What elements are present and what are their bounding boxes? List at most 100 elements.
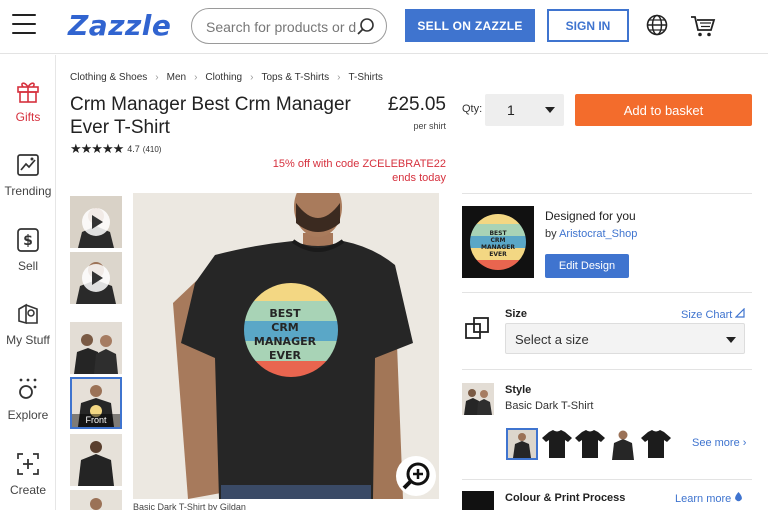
promo-code-line: 15% off with code ZCELEBRATE22 <box>272 158 446 170</box>
nav-item-trending[interactable]: Trending <box>0 152 56 198</box>
breadcrumb-item[interactable]: Clothing <box>205 72 242 83</box>
main-product-image[interactable]: BEST CRM MANAGER EVER <box>133 193 439 499</box>
size-chart-link[interactable]: Size Chart <box>681 307 746 321</box>
chevron-right-icon: › <box>155 72 159 83</box>
thumbnail-front[interactable]: Front <box>70 377 122 429</box>
dollar-icon: $ <box>15 227 41 253</box>
top-header: Zazzle SELL ON ZAZZLE SIGN IN <box>0 0 768 54</box>
search-input[interactable] <box>206 17 356 37</box>
size-label: Size <box>505 308 528 320</box>
colour-preview-image <box>462 491 494 510</box>
nav-item-sell[interactable]: $ Sell <box>0 227 56 273</box>
cart-icon[interactable] <box>690 14 716 43</box>
rating-score: 4.7 <box>127 144 140 154</box>
tshirt-model-photo: BEST CRM MANAGER EVER <box>133 193 439 499</box>
sign-in-button[interactable]: SIGN IN <box>547 9 629 42</box>
thumbnail-label: Front <box>72 414 120 427</box>
zoom-in-icon <box>402 462 430 490</box>
style-swatch[interactable] <box>574 428 606 460</box>
tshirt-icon <box>542 430 572 458</box>
ruler-icon <box>734 307 746 318</box>
trending-icon <box>15 152 41 178</box>
design-text-line: MANAGER <box>481 244 515 251</box>
shirt-text-line: CRM <box>271 321 299 334</box>
style-value: Basic Dark T-Shirt <box>505 400 594 412</box>
divider <box>462 193 752 194</box>
shirt-text-line: MANAGER <box>254 335 317 348</box>
nav-item-gifts[interactable]: Gifts <box>0 78 56 124</box>
design-preview-image[interactable]: BEST CRM MANAGER EVER <box>462 206 534 278</box>
shirt-text-line: EVER <box>269 349 302 362</box>
nav-label: Trending <box>4 184 52 198</box>
design-text-line: BEST <box>489 230 507 237</box>
chevron-right-icon: › <box>250 72 254 83</box>
thumbnail-couple[interactable] <box>70 322 122 374</box>
style-swatch[interactable] <box>607 428 639 460</box>
product-price: £25.05 <box>387 94 446 115</box>
nav-label: Gifts <box>15 110 41 124</box>
menu-icon[interactable] <box>12 14 36 36</box>
size-chart-label: Size Chart <box>681 309 733 321</box>
style-label: Style <box>505 384 532 396</box>
product-title: Crm Manager Best Crm Manager Ever T-Shir… <box>70 94 351 138</box>
star-rating-icon: ★★★★★ <box>70 141 124 156</box>
style-couple-image <box>462 383 494 415</box>
design-text-line: EVER <box>489 251 507 258</box>
nav-item-my-stuff[interactable]: My Stuff <box>0 301 56 347</box>
learn-more-label: Learn more <box>675 493 732 505</box>
breadcrumb-item[interactable]: T-Shirts <box>348 72 382 83</box>
add-to-basket-button[interactable]: Add to basket <box>575 94 752 126</box>
size-icon <box>465 316 491 345</box>
style-preview-image <box>462 383 494 415</box>
couple-thumbnail-image <box>70 322 122 374</box>
divider <box>462 292 752 293</box>
designer-credit: by Aristocrat_Shop <box>545 228 637 240</box>
size-select-value: Select a size <box>515 332 589 347</box>
thumbnail-video-2[interactable] <box>70 252 122 304</box>
style-swatch[interactable] <box>640 428 672 460</box>
breadcrumb-item[interactable]: Tops & T-Shirts <box>261 72 329 83</box>
style-swatch-image <box>508 430 536 458</box>
breadcrumb-item[interactable]: Men <box>167 72 186 83</box>
nav-label: Create <box>9 483 47 497</box>
style-swatch[interactable] <box>541 428 573 460</box>
qty-select[interactable]: 1 <box>485 94 564 126</box>
product-caption: Basic Dark T-Shirt by Gildan <box>133 502 246 510</box>
thumbnail-extra[interactable] <box>70 490 122 510</box>
play-icon <box>82 264 110 292</box>
nav-item-create[interactable]: Create <box>0 451 56 497</box>
back-thumbnail-image <box>70 434 122 486</box>
chevron-right-icon: › <box>337 72 341 83</box>
zazzle-logo[interactable]: Zazzle <box>68 9 171 42</box>
design-badge-image: BEST CRM MANAGER EVER <box>462 206 534 278</box>
shirt-text-line: BEST <box>269 307 301 320</box>
qty-value: 1 <box>507 102 515 118</box>
nav-item-explore[interactable]: Explore <box>0 376 56 422</box>
nav-label: Sell <box>17 259 38 273</box>
size-select[interactable]: Select a size <box>505 323 745 354</box>
breadcrumb-item[interactable]: Clothing & Shoes <box>70 72 147 83</box>
search-bar[interactable] <box>191 8 387 44</box>
zoom-button[interactable] <box>396 456 436 496</box>
product-rating[interactable]: ★★★★★ 4.7 (410) <box>70 141 161 157</box>
style-swatch[interactable] <box>506 428 538 460</box>
see-more-styles-link[interactable]: See more › <box>692 437 746 449</box>
colour-print-label: Colour & Print Process <box>505 492 626 504</box>
designed-for-you-title: Designed for you <box>545 209 636 223</box>
thumbnail-back[interactable] <box>70 434 122 486</box>
nav-label: My Stuff <box>6 333 50 347</box>
thumbnail-video-1[interactable] <box>70 196 122 248</box>
droplet-icon <box>735 492 743 502</box>
divider <box>462 479 752 480</box>
edit-design-button[interactable]: Edit Design <box>545 254 629 278</box>
learn-more-link[interactable]: Learn more <box>675 492 743 505</box>
promo-text: 15% off with code ZCELEBRATE22 ends toda… <box>240 157 446 185</box>
globe-icon[interactable] <box>646 14 668 41</box>
tshirt-icon <box>575 430 605 458</box>
sell-on-zazzle-button[interactable]: SELL ON ZAZZLE <box>405 9 535 42</box>
svg-text:$: $ <box>23 233 33 249</box>
qty-label: Qty: <box>462 103 483 115</box>
divider <box>462 369 752 370</box>
search-icon[interactable] <box>356 17 376 42</box>
designer-link[interactable]: Aristocrat_Shop <box>559 228 637 240</box>
